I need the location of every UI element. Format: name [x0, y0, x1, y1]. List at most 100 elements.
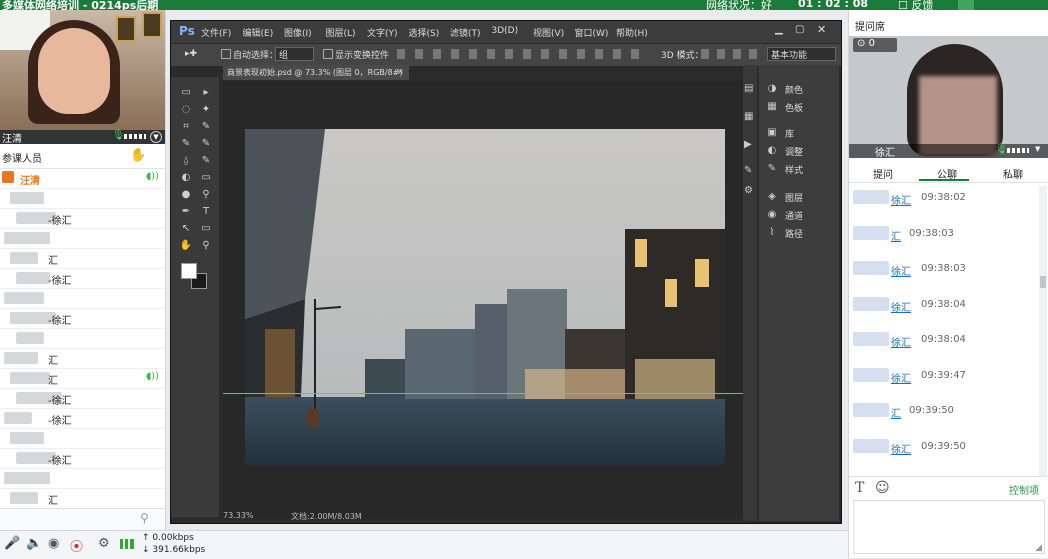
layers-panel-icon[interactable]: ◈ — [765, 191, 779, 203]
chat-scrollbar[interactable] — [1039, 186, 1047, 476]
chat-sender-link[interactable]: 徐汇 — [891, 370, 911, 385]
document-tab[interactable]: 商景表现初始.psd @ 73.3% (图层 0，RGB/8#) × — [223, 65, 409, 80]
eraser-tool-icon[interactable]: ◐ — [179, 172, 193, 184]
participant-row[interactable]: -徐汇 — [0, 308, 165, 329]
participant-row[interactable]: 汇 — [0, 248, 165, 269]
stamp-tool-icon[interactable]: ⍙ — [179, 155, 193, 167]
healing-brush-icon[interactable]: ✎ — [179, 138, 193, 150]
ps-menu-item[interactable]: 图层(L) — [326, 26, 356, 39]
library-panel-icon[interactable]: ▣ — [765, 127, 779, 139]
panel-label[interactable]: 路径 — [785, 227, 803, 241]
font-icon[interactable]: T — [855, 480, 864, 496]
participant-row[interactable]: -徐汇 — [0, 408, 165, 429]
align-icons[interactable] — [397, 49, 647, 59]
color-panel-icon[interactable]: ◑ — [765, 83, 779, 95]
pen-tool-icon[interactable]: ✒ — [179, 206, 193, 218]
history-icon[interactable]: ▤ — [744, 83, 753, 94]
panel-label[interactable]: 色板 — [785, 101, 803, 115]
menu-icon[interactable] — [958, 0, 974, 10]
panel-label[interactable]: 图层 — [785, 191, 803, 205]
group-select[interactable]: 组 — [275, 47, 314, 61]
auto-select-checkbox[interactable] — [221, 49, 231, 59]
emoji-icon[interactable]: ☺ — [875, 480, 890, 496]
hand-tool-icon[interactable]: ✋ — [179, 240, 193, 252]
chat-input[interactable]: ◢ — [853, 500, 1045, 554]
panel-label[interactable]: 调整 — [785, 145, 803, 159]
speaker-icon[interactable]: 🔈 — [26, 536, 42, 551]
dodge-tool-icon[interactable]: ⚲ — [199, 189, 213, 201]
type-tool-icon[interactable]: T — [199, 206, 213, 218]
participant-row[interactable] — [0, 188, 165, 209]
chat-sender-link[interactable]: 徐汇 — [891, 192, 911, 207]
move-tool-icon[interactable]: ▸✚ — [185, 49, 197, 59]
gear-icon[interactable]: ⚙ — [98, 536, 110, 551]
3d-icons[interactable] — [701, 49, 761, 59]
participant-row[interactable]: -徐汇 — [0, 448, 165, 469]
actions-icon[interactable]: ▶ — [744, 139, 752, 150]
participant-row[interactable] — [0, 228, 165, 249]
foreground-color-swatch[interactable] — [181, 263, 197, 279]
participant-row[interactable]: 汪清 ◖)) — [0, 168, 165, 189]
crop-tool-icon[interactable]: ⌗ — [179, 121, 193, 133]
path-select-icon[interactable]: ↖ — [179, 223, 193, 235]
ps-menu-item[interactable]: 视图(V) — [533, 26, 564, 39]
close-icon[interactable]: ✕ — [817, 23, 826, 36]
ps-menu-item[interactable]: 滤镜(T) — [450, 26, 481, 39]
lasso-tool-icon[interactable]: ◌ — [179, 104, 193, 116]
settings-icon[interactable]: ⚙ — [744, 185, 753, 196]
control-button[interactable]: 控制项 — [1009, 482, 1039, 497]
panel-label[interactable]: 库 — [785, 127, 794, 141]
participant-row[interactable] — [0, 428, 165, 449]
maximize-icon[interactable]: ▢ — [795, 24, 804, 35]
tab-question[interactable]: 提问 — [873, 166, 893, 181]
blur-tool-icon[interactable]: ● — [179, 189, 193, 201]
zoom-tool-icon[interactable]: ⚲ — [199, 240, 213, 252]
scrollbar-thumb[interactable] — [1040, 276, 1046, 288]
chat-sender-link[interactable]: 徐汇 — [891, 441, 911, 456]
tab-close-icon[interactable]: × — [397, 67, 404, 76]
ps-menu-item[interactable]: 选择(S) — [409, 26, 440, 39]
workspace-select[interactable]: 基本功能 — [767, 47, 836, 61]
swatches-panel-icon[interactable]: ▦ — [765, 101, 779, 113]
adjust-panel-icon[interactable]: ◐ — [765, 145, 779, 157]
participant-row[interactable]: -徐汇 — [0, 388, 165, 409]
ps-menu-item[interactable]: 窗口(W) — [575, 26, 609, 39]
properties-icon[interactable]: ▦ — [744, 111, 753, 122]
panel-label[interactable]: 通道 — [785, 209, 803, 223]
raise-hand-icon[interactable]: ✋ — [130, 148, 146, 163]
chat-sender-link[interactable]: 汇 — [891, 228, 901, 243]
mic-icon[interactable]: 🎙 — [112, 130, 125, 141]
chevron-down-icon[interactable]: ▼ — [1035, 145, 1040, 153]
shape-tool-icon[interactable]: ▭ — [199, 223, 213, 235]
magic-wand-icon[interactable]: ✦ — [199, 104, 213, 116]
brush-tool-icon[interactable]: ✎ — [199, 138, 213, 150]
panel-label[interactable]: 样式 — [785, 163, 803, 177]
status-zoom[interactable]: 73.33% — [223, 511, 254, 520]
history-brush-icon[interactable]: ✎ — [199, 155, 213, 167]
chat-sender-link[interactable]: 汇 — [891, 405, 901, 420]
panel-label[interactable]: 颜色 — [785, 83, 803, 97]
participant-row[interactable] — [0, 328, 165, 349]
move-tool-icon[interactable]: ▸ — [199, 87, 213, 99]
channels-panel-icon[interactable]: ◉ — [765, 209, 779, 221]
camera-icon[interactable]: ◉ — [48, 536, 59, 551]
resize-icon[interactable]: ◢ — [1035, 543, 1042, 553]
brush-icon[interactable]: ✎ — [744, 165, 752, 176]
paths-panel-icon[interactable]: ⌇ — [765, 227, 779, 239]
participant-row[interactable] — [0, 468, 165, 489]
search-icon[interactable]: ⚲ — [140, 511, 149, 525]
ps-menu-item[interactable]: 图像(I) — [284, 26, 312, 39]
transform-checkbox[interactable] — [323, 49, 333, 59]
participant-search[interactable]: ⚲ — [0, 508, 165, 531]
guide-line[interactable] — [223, 393, 745, 394]
ps-menu-item[interactable]: 编辑(E) — [243, 26, 274, 39]
marquee-tool-icon[interactable]: ▭ — [179, 87, 193, 99]
chat-sender-link[interactable]: 徐汇 — [891, 299, 911, 314]
chat-sender-link[interactable]: 徐汇 — [891, 263, 911, 278]
participant-row[interactable]: 汇 — [0, 348, 165, 369]
chat-sender-link[interactable]: 徐汇 — [891, 334, 911, 349]
street-render-image[interactable] — [245, 129, 725, 465]
feedback-button[interactable]: ☐ 反馈 — [898, 0, 933, 10]
styles-panel-icon[interactable]: ✎ — [765, 163, 779, 175]
eyedropper-icon[interactable]: ✎ — [199, 121, 213, 133]
